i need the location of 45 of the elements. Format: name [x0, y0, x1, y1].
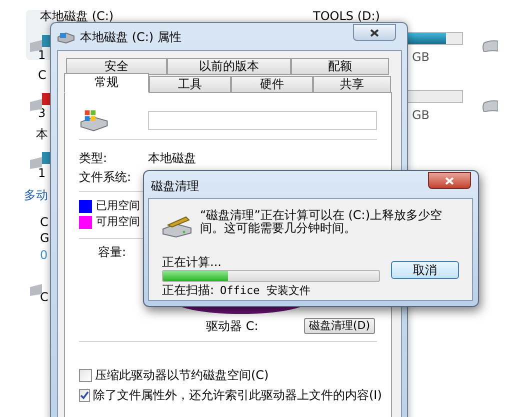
checkbox-label: 除了文件属性外，还允许索引此驱动器上文件的内容(I): [93, 387, 382, 404]
broom-drive-icon: [162, 214, 192, 238]
capacity-label: 容量:: [97, 245, 128, 259]
checkbox[interactable]: [79, 388, 90, 402]
scanning-label: 正在扫描:: [162, 283, 214, 298]
drive-label: 0: [40, 248, 48, 262]
legend-label: 可用空间: [96, 214, 140, 230]
tab[interactable]: 工具: [149, 76, 231, 93]
close-button[interactable]: [428, 172, 471, 189]
size-text: GB: [412, 50, 430, 64]
drive-label: 本地磁盘 (C:): [40, 9, 114, 23]
message-text: “磁盘清理”正在计算可以在 (C:)上释放多少空间。这可能需要几分钟时间。: [200, 209, 444, 235]
status-text: 正在计算...: [162, 255, 222, 270]
drive-label: 驱动器 C:: [206, 318, 258, 335]
close-icon: [370, 28, 379, 36]
drive-label: 多动: [24, 188, 48, 202]
close-button[interactable]: [353, 24, 396, 41]
drive-label: 1: [38, 166, 46, 180]
drive-label: C: [40, 290, 48, 304]
name-field[interactable]: [148, 110, 377, 130]
drive-label: TOOLS (D:): [313, 9, 380, 23]
drive-label: 1: [38, 48, 46, 62]
window-title: 磁盘清理: [151, 178, 199, 195]
checkbox-label: 压缩此驱动器以节约磁盘空间(C): [95, 367, 269, 384]
size-text: GB: [412, 108, 430, 122]
tab[interactable]: 共享: [313, 76, 391, 93]
drive-label: G: [40, 231, 50, 245]
checkbox[interactable]: [79, 368, 92, 382]
drive-label: 本: [36, 127, 48, 141]
tab[interactable]: 常规: [64, 73, 149, 93]
field-value: 本地磁盘: [148, 150, 196, 166]
close-icon: [445, 176, 454, 184]
drive-label: C: [38, 68, 46, 82]
disk-cleanup-button[interactable]: 磁盘清理(D): [304, 318, 375, 334]
drive-label: C: [40, 215, 48, 229]
cancel-button[interactable]: 取消: [391, 261, 459, 279]
scanning-file-text: Office 安装文件: [220, 283, 310, 298]
tab[interactable]: 硬件: [231, 76, 313, 93]
window-title: 本地磁盘 (C:) 属性: [80, 28, 182, 46]
tab[interactable]: 以前的版本: [167, 58, 291, 75]
field-label: 类型:: [79, 150, 108, 166]
legend-label: 已用空间: [96, 198, 140, 214]
tab[interactable]: 安全: [66, 58, 167, 75]
tab[interactable]: 配额: [291, 58, 389, 75]
field-label: 文件系统:: [79, 168, 132, 186]
